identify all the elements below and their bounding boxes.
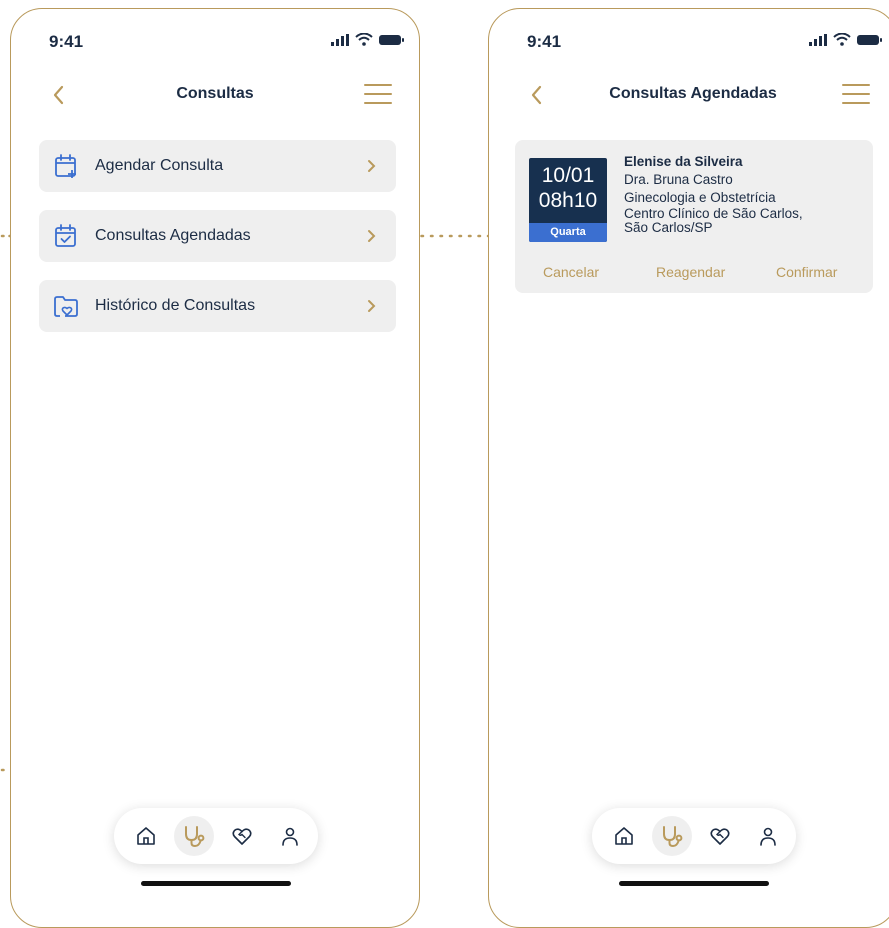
menu-item-label: Histórico de Consultas [95,297,256,314]
appointment-date: 10/01 [541,164,595,187]
nav-consultas[interactable] [652,816,692,856]
status-icons [809,33,883,46]
nav-perfil[interactable] [748,816,788,856]
header: Consultas [11,77,419,117]
cancel-button[interactable]: Cancelar [543,264,599,280]
nav-home[interactable] [126,816,166,856]
specialty: Ginecologia e Obstetrícia [624,190,776,205]
appointment-details: Elenise da Silveira Dra. Bruna Castro Gi… [624,153,803,235]
nav-saude[interactable] [222,816,262,856]
home-icon [137,827,155,845]
nav-home[interactable] [604,816,644,856]
status-icons [331,33,405,46]
wifi-icon [355,33,373,46]
battery-icon [379,34,404,45]
calendar-check-icon [55,224,76,247]
confirm-button[interactable]: Confirmar [776,264,837,280]
folder-heart-icon [54,296,78,317]
status-time: 9:41 [527,32,562,51]
menu-item-label: Consultas Agendadas [95,227,251,244]
appointment-time: 08h10 [538,189,598,212]
appointment-weekday: Quarta [529,223,607,242]
home-indicator [141,881,291,886]
phone-screen-consultas-agendadas: 9:41 Consultas Agendadas 10/01 08h10 Qua… [488,8,889,928]
menu-item-historico-consultas[interactable]: Histórico de Consultas [39,280,396,332]
appointment-actions: Cancelar Reagendar Confirmar [515,264,873,284]
signal-icon [331,33,349,46]
wifi-icon [833,33,851,46]
bottom-nav [592,808,796,864]
menu-item-label: Agendar Consulta [95,157,224,174]
doctor-name: Dra. Bruna Castro [624,172,733,187]
nav-perfil[interactable] [270,816,310,856]
chevron-right-icon [368,160,376,172]
signal-icon [809,33,827,46]
header: Consultas Agendadas [489,77,889,117]
home-indicator [619,881,769,886]
status-time: 9:41 [49,32,84,51]
nav-consultas[interactable] [174,816,214,856]
patient-name: Elenise da Silveira [624,154,743,169]
hamburger-menu-icon[interactable] [363,81,393,107]
bottom-nav [114,808,318,864]
heart-handshake-icon [232,828,252,845]
chevron-right-icon [368,300,376,312]
page-title: Consultas Agendadas [609,85,777,102]
user-icon [282,827,298,846]
date-badge: 10/01 08h10 Quarta [529,158,607,242]
nav-saude[interactable] [700,816,740,856]
location-line1: Centro Clínico de São Carlos, [624,206,803,221]
menu-item-agendar-consulta[interactable]: Agendar Consulta [39,140,396,192]
user-icon [760,827,776,846]
stethoscope-icon [663,826,683,848]
page-title: Consultas [176,85,254,102]
reschedule-button[interactable]: Reagendar [656,264,725,280]
battery-icon [857,34,882,45]
appointment-card[interactable]: 10/01 08h10 Quarta Elenise da Silveira D… [515,140,873,293]
chevron-right-icon [368,230,376,242]
hamburger-menu-icon[interactable] [841,81,871,107]
calendar-plus-icon [55,154,76,178]
heart-handshake-icon [710,828,730,845]
menu-item-consultas-agendadas[interactable]: Consultas Agendadas [39,210,396,262]
phone-screen-consultas: 9:41 Consultas Agendar Consulta Consulta… [10,8,420,928]
stethoscope-icon [185,826,205,848]
location-line2: São Carlos/SP [624,220,713,235]
home-icon [615,827,633,845]
